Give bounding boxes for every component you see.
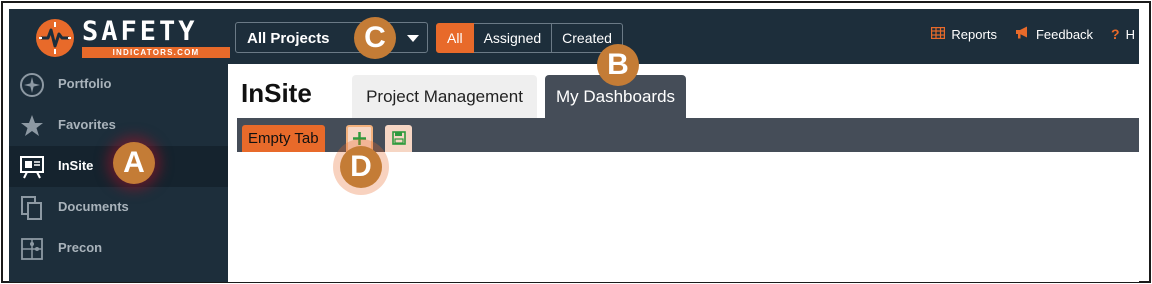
table-icon bbox=[931, 26, 946, 42]
sidebar-item-label: Favorites bbox=[58, 117, 116, 132]
logo-word: SAFETY bbox=[82, 16, 198, 47]
filter-assigned-button[interactable]: Assigned bbox=[473, 23, 553, 53]
help-link[interactable]: ? H bbox=[1111, 26, 1135, 42]
sidebar-item-favorites[interactable]: Favorites bbox=[9, 105, 228, 146]
callout-b: B bbox=[597, 44, 639, 86]
project-select[interactable]: All Projects bbox=[235, 22, 428, 53]
save-icon bbox=[392, 131, 406, 145]
sidebar-item-label: Portfolio bbox=[58, 76, 112, 91]
top-links: Reports Feedback ? H bbox=[913, 26, 1135, 42]
megaphone-icon bbox=[1015, 26, 1030, 42]
dashboard-tab-empty[interactable]: Empty Tab bbox=[242, 125, 325, 152]
project-filter-group: All Assigned Created bbox=[436, 23, 623, 53]
help-icon: ? bbox=[1111, 26, 1120, 42]
project-select-value: All Projects bbox=[247, 30, 330, 47]
feedback-link[interactable]: Feedback bbox=[1015, 26, 1093, 42]
logo-pulse-icon bbox=[36, 19, 74, 57]
feedback-label: Feedback bbox=[1035, 26, 1094, 42]
tab-project-management[interactable]: Project Management bbox=[352, 75, 537, 118]
sidebar-item-label: Documents bbox=[58, 199, 129, 214]
documents-icon bbox=[19, 195, 45, 221]
sidebar-item-label: Precon bbox=[58, 240, 103, 255]
chevron-down-icon bbox=[407, 35, 419, 42]
reports-label: Reports bbox=[951, 26, 997, 42]
page-title: InSite bbox=[241, 78, 312, 108]
star-icon bbox=[19, 113, 45, 139]
top-bar: SAFETY INDICATORS.COM All Projects All A… bbox=[9, 9, 1139, 64]
reports-link[interactable]: Reports bbox=[931, 26, 997, 42]
save-tab-button[interactable] bbox=[385, 125, 412, 152]
sidebar-item-label: InSite bbox=[58, 158, 94, 173]
presentation-icon bbox=[19, 154, 45, 180]
compass-icon bbox=[19, 72, 45, 98]
sidebar-item-portfolio[interactable]: Portfolio bbox=[9, 64, 228, 105]
sidebar-item-precon[interactable]: Precon bbox=[9, 228, 228, 269]
callout-c: C bbox=[354, 17, 396, 59]
logo-subtitle: INDICATORS.COM bbox=[82, 47, 230, 58]
help-label: H bbox=[1125, 26, 1135, 42]
sidebar-item-documents[interactable]: Documents bbox=[9, 187, 228, 228]
callout-a: A bbox=[113, 142, 155, 184]
callout-d: D bbox=[340, 146, 382, 188]
logo[interactable]: SAFETY INDICATORS.COM bbox=[36, 16, 230, 58]
puzzle-icon bbox=[19, 236, 45, 262]
filter-all-button[interactable]: All bbox=[436, 23, 474, 53]
